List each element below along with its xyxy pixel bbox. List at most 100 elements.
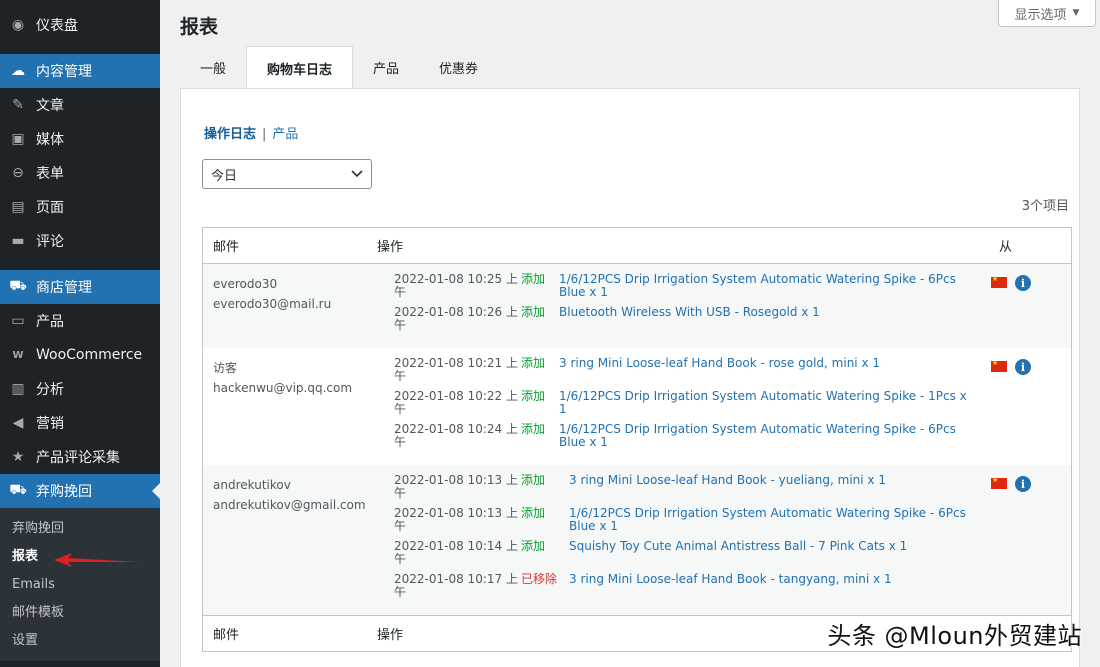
- customer-email: hackenwu@vip.qq.com: [213, 381, 353, 395]
- cart-icon: ⛟: [9, 278, 27, 294]
- chart-bar-icon: ▥: [11, 381, 25, 397]
- action-entry: 2022-01-08 10:14 上午 添加 Squishy Toy Cute …: [387, 540, 991, 573]
- action-type: 添加: [521, 506, 546, 520]
- product-link[interactable]: 3 ring Mini Loose-leaf Hand Book - yueli…: [569, 473, 864, 487]
- product-qty: x 1: [599, 519, 618, 533]
- sidebar-item-media[interactable]: ▣ 媒体: [0, 122, 160, 156]
- product-link[interactable]: 1/6/12PCS Drip Irrigation System Automat…: [559, 272, 956, 299]
- action-product: 3 ring Mini Loose-leaf Hand Book - rose …: [559, 357, 991, 390]
- china-flag-icon: [991, 359, 1007, 372]
- dashboard-icon: ◉: [11, 17, 25, 33]
- sidebar-item-analytics[interactable]: ▥ 分析: [0, 372, 160, 406]
- sidebar-item-forms[interactable]: ⊖ 表单: [0, 156, 160, 190]
- sidebar-item-label: 仪表盘: [36, 18, 78, 34]
- tab-coupons[interactable]: 优惠券: [419, 46, 498, 88]
- action-entry: 2022-01-08 10:26 上午 添加 Bluetooth Wireles…: [387, 306, 991, 339]
- sidebar-item-posts[interactable]: ✎ 文章: [0, 88, 160, 122]
- info-icon[interactable]: i: [1015, 359, 1031, 375]
- chevron-down-icon: [351, 170, 363, 178]
- action-type: 添加: [521, 539, 546, 553]
- column-header-email[interactable]: 邮件: [203, 236, 377, 255]
- customer-name: 访客: [213, 361, 238, 375]
- product-link[interactable]: 3 ring Mini Loose-leaf Hand Book - tangy…: [569, 572, 869, 586]
- subnav-products[interactable]: 产品: [272, 127, 298, 142]
- column-header-from[interactable]: 从: [999, 236, 1071, 255]
- sidebar-item-abandoned-cart[interactable]: ⛟ 弃购挽回: [0, 474, 160, 508]
- product-link[interactable]: Squishy Toy Cute Animal Antistress Ball …: [569, 539, 885, 553]
- column-footer-email[interactable]: 邮件: [203, 624, 377, 643]
- page-icon: ▤: [11, 199, 25, 215]
- report-panel: 操作日志 | 产品 今日 3个项目 邮件 操作 从 everodo30 everod…: [180, 88, 1080, 667]
- sidebar-item-label: 分析: [36, 382, 64, 398]
- sidebar-item-label: WooCommerce: [36, 347, 143, 363]
- product-link[interactable]: 3 ring Mini Loose-leaf Hand Book - rose …: [559, 356, 858, 370]
- product-qty: x 1: [589, 435, 608, 449]
- sidebar-item-label: 评论: [36, 234, 64, 250]
- info-icon[interactable]: i: [1015, 275, 1031, 291]
- action-time: 2022-01-08 10:21 上午: [394, 356, 518, 383]
- date-range-select[interactable]: 今日: [202, 159, 372, 189]
- sidebar-submenu: 弃购挽回 报表 Emails 邮件模板 设置: [0, 508, 160, 661]
- column-header-action[interactable]: 操作: [377, 236, 999, 255]
- customer-name: everodo30: [213, 277, 278, 291]
- subnav-separator: |: [262, 127, 267, 142]
- tab-products[interactable]: 产品: [353, 46, 419, 88]
- submenu-item-abandoned[interactable]: 弃购挽回: [0, 515, 160, 543]
- action-product: 1/6/12PCS Drip Irrigation System Automat…: [559, 273, 991, 306]
- submenu-item-email-templates[interactable]: 邮件模板: [0, 599, 160, 627]
- sidebar-item-marketing[interactable]: ◀ 营销: [0, 406, 160, 440]
- date-range-value: 今日: [211, 168, 238, 184]
- product-link[interactable]: 1/6/12PCS Drip Irrigation System Automat…: [559, 422, 956, 449]
- sidebar-item-label: 弃购挽回: [36, 484, 92, 500]
- table-row: andrekutikov andrekutikov@gmail.com 2022…: [203, 465, 1071, 615]
- info-icon[interactable]: i: [1015, 476, 1031, 492]
- action-type: 添加: [521, 356, 546, 370]
- row-actions-cell: 2022-01-08 10:21 上午 添加 3 ring Mini Loose…: [387, 348, 991, 465]
- sidebar-item-label: 文章: [36, 98, 64, 114]
- media-icon: ▣: [11, 131, 25, 147]
- action-product: 1/6/12PCS Drip Irrigation System Automat…: [559, 423, 991, 456]
- action-product: 1/6/12PCS Drip Irrigation System Automat…: [559, 390, 991, 423]
- sidebar-item-label: 产品: [36, 314, 64, 330]
- action-entry: 2022-01-08 10:21 上午 添加 3 ring Mini Loose…: [387, 357, 991, 390]
- sidebar-item-dashboard[interactable]: ◉ 仪表盘: [0, 8, 160, 42]
- action-product: 3 ring Mini Loose-leaf Hand Book - yueli…: [569, 474, 991, 507]
- sidebar-item-products[interactable]: ▭ 产品: [0, 304, 160, 338]
- sidebar-item-store[interactable]: ⛟ 商店管理: [0, 270, 160, 304]
- sidebar-item-comments[interactable]: ▬ 评论: [0, 224, 160, 258]
- sidebar-item-review-collect[interactable]: ★ 产品评论采集: [0, 440, 160, 474]
- pin-icon: ✎: [12, 97, 24, 113]
- sidebar-item-label: 页面: [36, 200, 64, 216]
- tab-general[interactable]: 一般: [180, 46, 246, 88]
- action-type: 添加: [521, 473, 546, 487]
- archive-icon: ▭: [11, 313, 25, 329]
- submenu-item-settings[interactable]: 设置: [0, 627, 160, 655]
- action-product: Squishy Toy Cute Animal Antistress Ball …: [569, 540, 991, 573]
- product-qty: x 1: [873, 572, 892, 586]
- product-qty: x 1: [888, 539, 908, 553]
- item-count: 3个项目: [1021, 199, 1069, 214]
- submenu-item-emails[interactable]: Emails: [0, 571, 160, 599]
- product-qty: x 1: [867, 473, 886, 487]
- sidebar-item-label: 内容管理: [36, 64, 92, 80]
- action-type-removed: 已移除: [521, 572, 558, 586]
- screen-options-button[interactable]: 显示选项 ▼: [998, 0, 1096, 27]
- cart-log-table: 邮件 操作 从 everodo30 everodo30@mail.ru 2022…: [202, 227, 1072, 652]
- product-link[interactable]: Bluetooth Wireless With USB - Rosegold: [559, 305, 797, 319]
- sidebar-item-label: 商店管理: [36, 280, 92, 296]
- action-time: 2022-01-08 10:13 上午: [394, 506, 518, 533]
- product-link[interactable]: 1/6/12PCS Drip Irrigation System Automat…: [559, 389, 956, 403]
- sidebar-item-woocommerce[interactable]: W WooCommerce: [0, 338, 160, 372]
- action-type: 添加: [521, 305, 546, 319]
- sidebar-item-pages[interactable]: ▤ 页面: [0, 190, 160, 224]
- action-time: 2022-01-08 10:13 上午: [394, 473, 518, 500]
- customer-email: everodo30@mail.ru: [213, 297, 332, 311]
- row-actions-cell: 2022-01-08 10:25 上午 添加 1/6/12PCS Drip Ir…: [387, 264, 991, 348]
- product-link[interactable]: 1/6/12PCS Drip Irrigation System Automat…: [569, 506, 966, 533]
- subnav-action-log[interactable]: 操作日志: [204, 127, 256, 142]
- cart-icon: ⛟: [9, 482, 27, 498]
- action-entry: 2022-01-08 10:22 上午 添加 1/6/12PCS Drip Ir…: [387, 390, 991, 423]
- sidebar-item-content[interactable]: ☁ 内容管理: [0, 54, 160, 88]
- action-product: Bluetooth Wireless With USB - Rosegold x…: [559, 306, 991, 339]
- tab-cart-log[interactable]: 购物车日志: [246, 46, 354, 89]
